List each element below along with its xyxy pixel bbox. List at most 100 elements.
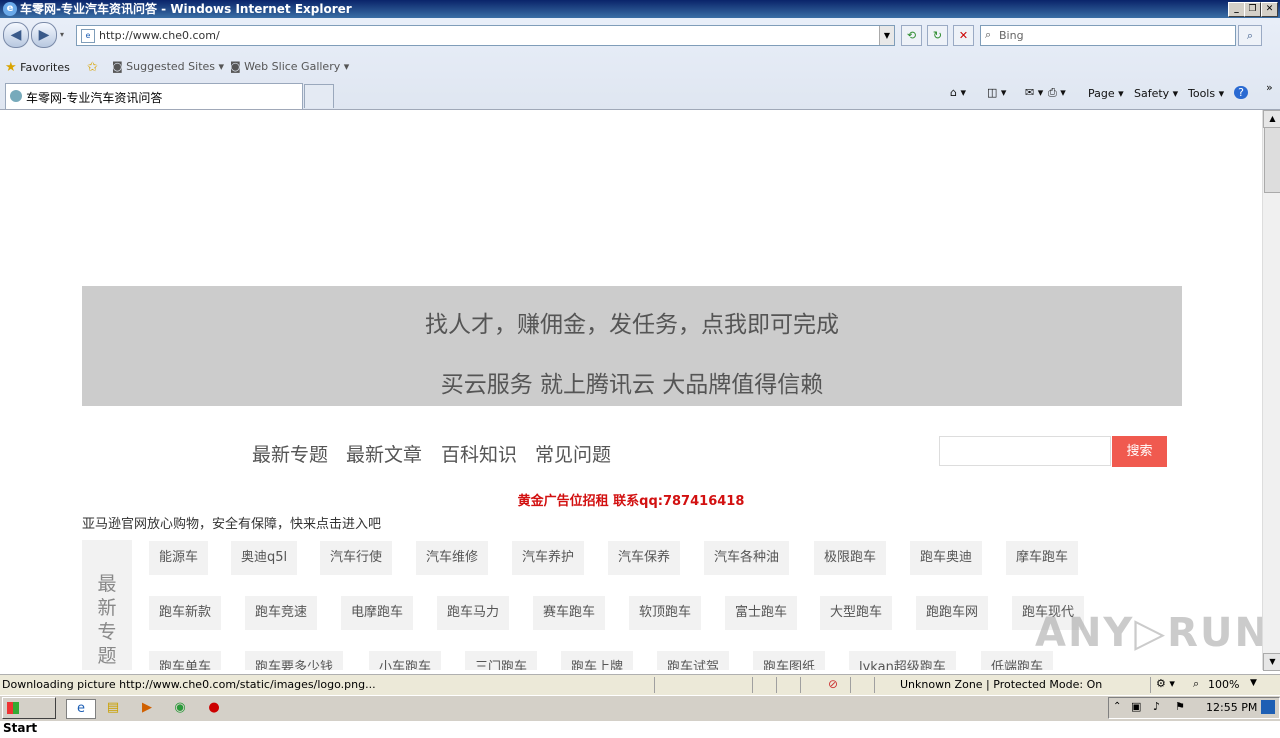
- zoom-icon[interactable]: ⌕: [1193, 677, 1199, 691]
- vertical-scrollbar[interactable]: ▲ ▼: [1262, 110, 1280, 671]
- tag-item[interactable]: 跑车新款: [149, 596, 222, 630]
- scroll-down-icon[interactable]: ▼: [1263, 653, 1280, 671]
- tools-menu[interactable]: Tools ▾: [1188, 87, 1224, 100]
- tag-item[interactable]: 跑车图纸: [753, 651, 826, 670]
- search-icon: ⌕: [985, 28, 992, 41]
- tag-item[interactable]: 跑车单车: [149, 651, 222, 670]
- window-title: 车零网-专业汽车资讯问答 - Windows Internet Explorer: [20, 2, 352, 16]
- status-divider: [800, 677, 801, 693]
- tray-expand-icon[interactable]: ⌃: [1113, 701, 1121, 712]
- tag-item[interactable]: 跑车要多少钱: [245, 651, 344, 670]
- tag-item[interactable]: 三门跑车: [465, 651, 538, 670]
- tab-title: 车零网-专业汽车资讯问答: [26, 91, 163, 105]
- tag-item[interactable]: 能源车: [149, 541, 209, 575]
- site-search-input[interactable]: [939, 436, 1111, 466]
- tag-item[interactable]: 汽车养护: [512, 541, 585, 575]
- chevron-more-icon[interactable]: »: [1266, 81, 1273, 94]
- action-center-flag-icon[interactable]: ⚑: [1175, 700, 1185, 713]
- tag-item[interactable]: 电摩跑车: [341, 596, 414, 630]
- tag-item[interactable]: 摩车跑车: [1006, 541, 1079, 575]
- tag-item[interactable]: 汽车各种油: [704, 541, 790, 575]
- tag-item[interactable]: 软顶跑车: [629, 596, 702, 630]
- mail-icon[interactable]: ✉ ▾: [1025, 86, 1043, 99]
- ad-banner[interactable]: 找人才，赚佣金，发任务，点我即可完成 买云服务 就上腾讯云 大品牌值得信赖: [82, 286, 1182, 406]
- protected-mode-icon[interactable]: ⚙ ▾: [1156, 677, 1175, 690]
- print-icon[interactable]: ⎙ ▾: [1048, 86, 1066, 100]
- tag-item[interactable]: 跑跑车网: [916, 596, 989, 630]
- explorer-taskbar-icon[interactable]: ▤: [104, 699, 122, 717]
- volume-icon[interactable]: ♪: [1153, 700, 1160, 713]
- tab-active[interactable]: 车零网-专业汽车资讯问答: [5, 83, 303, 109]
- home-icon[interactable]: ⌂ ▾: [950, 86, 966, 99]
- status-bar: Downloading picture http://www.che0.com/…: [0, 674, 1280, 695]
- banner-line-2[interactable]: 买云服务 就上腾讯云 大品牌值得信赖: [82, 365, 1182, 399]
- tag-item[interactable]: 富士跑车: [725, 596, 798, 630]
- suggested-sites-link[interactable]: ◙ Suggested Sites ▾: [112, 60, 224, 73]
- security-zone[interactable]: Unknown Zone | Protected Mode: On: [900, 678, 1102, 691]
- help-icon[interactable]: ?: [1234, 86, 1248, 99]
- amazon-link[interactable]: 亚马逊官网放心购物，安全有保障，快来点击进入吧: [82, 513, 381, 532]
- minimize-button[interactable]: _: [1228, 2, 1245, 17]
- forward-button[interactable]: ▶: [31, 22, 57, 48]
- refresh-icon[interactable]: ↻: [927, 25, 948, 46]
- tags-section-label-box: 最新专题: [82, 540, 132, 670]
- feeds-icon[interactable]: ◫ ▾: [987, 86, 1006, 99]
- address-dropdown-icon[interactable]: ▼: [879, 26, 894, 45]
- security-alert-taskbar-icon[interactable]: ●: [205, 699, 223, 717]
- tag-item[interactable]: 小车跑车: [369, 651, 442, 670]
- tag-item[interactable]: 跑车马力: [437, 596, 510, 630]
- address-bar[interactable]: e http://www.che0.com/ ▼: [76, 25, 895, 46]
- clock: 12:55 PM: [1206, 701, 1258, 714]
- media-player-taskbar-icon[interactable]: ▶: [138, 699, 156, 717]
- add-favorite-icon[interactable]: ✩: [87, 60, 98, 75]
- scroll-up-icon[interactable]: ▲: [1263, 110, 1280, 128]
- tag-item[interactable]: 大型跑车: [820, 596, 893, 630]
- tag-item[interactable]: lykan超级跑车: [849, 651, 956, 670]
- banner-line-1[interactable]: 找人才，赚佣金，发任务，点我即可完成: [82, 305, 1182, 339]
- nav-latest-topics[interactable]: 最新专题: [252, 440, 328, 467]
- tab-favicon: [10, 90, 22, 102]
- address-text[interactable]: http://www.che0.com/: [99, 29, 220, 42]
- search-go-button[interactable]: ⌕: [1238, 25, 1262, 46]
- zoom-level[interactable]: 100%: [1208, 678, 1239, 691]
- tag-item[interactable]: 极限跑车: [814, 541, 887, 575]
- tag-item[interactable]: 奥迪q5l: [231, 541, 298, 575]
- ad-rental-text[interactable]: 黄金广告位招租 联系qq:787416418: [0, 490, 1262, 509]
- back-button[interactable]: ◀: [3, 22, 29, 48]
- tag-item[interactable]: 汽车保养: [608, 541, 681, 575]
- popup-blocker-icon[interactable]: ⊘: [828, 677, 838, 691]
- start-button[interactable]: Start: [2, 697, 56, 735]
- network-icon[interactable]: ▣: [1131, 700, 1141, 713]
- title-bar: e 车零网-专业汽车资讯问答 - Windows Internet Explor…: [0, 0, 1280, 18]
- tag-item[interactable]: 汽车行使: [320, 541, 393, 575]
- status-divider: [850, 677, 851, 693]
- status-divider: [874, 677, 875, 693]
- ie-taskbar-icon[interactable]: e: [66, 699, 96, 719]
- nav-encyclopedia[interactable]: 百科知识: [441, 440, 517, 467]
- tag-item[interactable]: 跑车试驾: [657, 651, 730, 670]
- tag-item[interactable]: 跑车奥迪: [910, 541, 983, 575]
- tag-item[interactable]: 跑车上牌: [561, 651, 634, 670]
- chrome-taskbar-icon[interactable]: ◉: [171, 699, 189, 717]
- stop-icon[interactable]: ✕: [953, 25, 974, 46]
- zoom-dropdown-icon[interactable]: ▼: [1250, 678, 1257, 688]
- tag-item[interactable]: 汽车维修: [416, 541, 489, 575]
- favorites-button[interactable]: ★ Favorites: [5, 60, 70, 75]
- nav-latest-articles[interactable]: 最新文章: [346, 440, 422, 467]
- search-input[interactable]: ⌕ Bing: [980, 25, 1236, 46]
- site-search-button[interactable]: 搜索: [1112, 436, 1167, 467]
- page-menu[interactable]: Page ▾: [1088, 87, 1124, 100]
- nav-faq[interactable]: 常见问题: [535, 440, 611, 467]
- page-icon: e: [81, 29, 95, 43]
- maximize-button[interactable]: ❐: [1244, 2, 1261, 17]
- compatibility-view-icon[interactable]: ⟲: [901, 25, 922, 46]
- safety-menu[interactable]: Safety ▾: [1134, 87, 1178, 100]
- tag-item[interactable]: 赛车跑车: [533, 596, 606, 630]
- show-desktop-icon[interactable]: [1261, 700, 1275, 714]
- new-tab-button[interactable]: [304, 84, 334, 108]
- close-button[interactable]: ✕: [1261, 2, 1278, 17]
- recent-pages-dropdown-icon[interactable]: ▾: [60, 30, 64, 39]
- web-slice-gallery-link[interactable]: ◙ Web Slice Gallery ▾: [230, 60, 349, 73]
- scroll-thumb[interactable]: [1264, 127, 1280, 193]
- tag-item[interactable]: 跑车竞速: [245, 596, 318, 630]
